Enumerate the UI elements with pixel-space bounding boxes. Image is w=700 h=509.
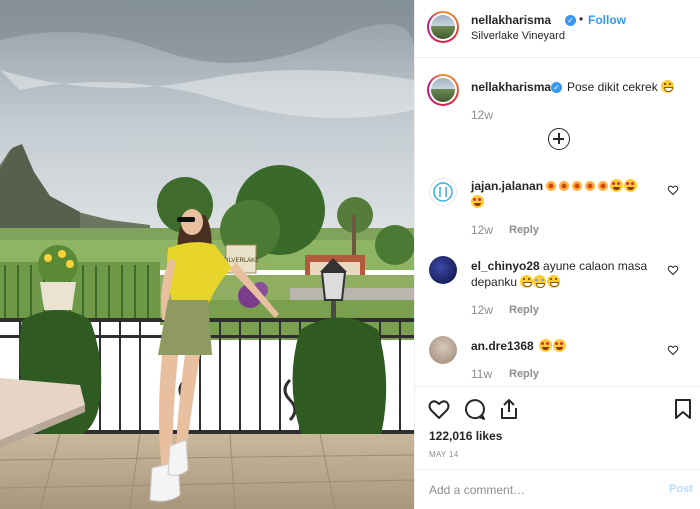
comment-timestamp[interactable]: 12w <box>471 223 493 237</box>
post-photo[interactable]: SILVERLAKE <box>0 0 414 509</box>
likes-count[interactable]: 122,016 likes <box>429 429 502 443</box>
like-comment-heart-icon[interactable] <box>667 344 679 356</box>
comment-emoji-text-line2 <box>471 194 661 210</box>
caption-avatar[interactable] <box>427 74 459 106</box>
heart-eyes-emoji-icon <box>553 339 566 352</box>
avatar-ring-inner <box>429 13 457 41</box>
post-header: nellakharisma ✓ • Follow Silverlake Vine… <box>415 0 700 58</box>
instagram-post: SILVERLAKE nellakharisma ✓ • Follow Silv… <box>0 0 700 509</box>
flower-emoji-icon <box>571 180 583 192</box>
avatar-image <box>431 15 455 39</box>
flower-emoji-icon <box>558 180 570 192</box>
reply-button[interactable]: Reply <box>509 224 539 236</box>
comment-avatar[interactable] <box>429 336 457 364</box>
comment-timestamp[interactable]: 11w <box>471 367 492 381</box>
heart-eyes-emoji-icon <box>610 179 623 192</box>
comment-input[interactable] <box>429 482 649 498</box>
grin-emoji-icon <box>661 80 675 93</box>
verified-badge-icon: ✓ <box>551 82 562 93</box>
reply-button[interactable]: Reply <box>509 304 539 316</box>
grin-emoji-icon <box>547 275 561 288</box>
add-comment-bar: Post <box>415 469 700 509</box>
comment-username[interactable]: el_chinyo28 <box>471 259 540 273</box>
reply-button[interactable]: Reply <box>509 368 539 380</box>
like-heart-icon[interactable] <box>427 397 451 421</box>
caption-timestamp[interactable]: 12w <box>471 108 493 122</box>
comment-username[interactable]: jajan.jalanan <box>471 179 543 193</box>
load-more-comments-button[interactable] <box>548 128 570 150</box>
header-separator: • <box>579 12 584 26</box>
share-icon[interactable] <box>497 397 521 421</box>
heart-eyes-emoji-icon <box>624 179 637 192</box>
caption-text: Pose dikit cekrek <box>567 80 675 94</box>
comment-avatar[interactable] <box>429 256 457 284</box>
follow-button[interactable]: Follow <box>588 13 626 27</box>
comment-avatar[interactable] <box>429 178 457 206</box>
caption-text-body: Pose dikit cekrek <box>567 80 658 94</box>
bookmark-icon[interactable] <box>671 397 695 421</box>
location-link[interactable]: Silverlake Vineyard <box>471 30 565 42</box>
flower-emoji-icon <box>545 180 557 192</box>
tears-of-joy-emoji-icon <box>533 275 547 288</box>
like-comment-heart-icon[interactable] <box>667 264 679 276</box>
flower-emoji-icon <box>584 180 596 192</box>
avatar-ring-inner <box>429 76 457 104</box>
comment-emoji-text <box>539 338 599 354</box>
fork-spoon-icon <box>433 182 453 202</box>
avatar-image <box>431 78 455 102</box>
profile-avatar[interactable] <box>427 11 459 43</box>
caption-username[interactable]: nellakharisma <box>471 80 551 94</box>
like-comment-heart-icon[interactable] <box>667 184 679 196</box>
heart-eyes-emoji-icon <box>539 339 552 352</box>
comment-bubble-icon[interactable] <box>463 397 487 421</box>
post-photo-image: SILVERLAKE <box>0 0 414 509</box>
comment-username[interactable]: an.dre1368 <box>471 339 534 353</box>
flower-emoji-icon <box>597 180 609 192</box>
post-side-panel: nellakharisma ✓ • Follow Silverlake Vine… <box>414 0 700 509</box>
heart-eyes-emoji-icon <box>471 195 484 208</box>
comment-body: el_chinyo28 ayune calaon masa depanku <box>471 258 661 290</box>
comment-emoji-text <box>545 178 665 194</box>
post-comment-button[interactable]: Post <box>669 483 693 495</box>
verified-badge-icon: ✓ <box>565 15 576 26</box>
post-actions: 122,016 likes MAY 14 Post <box>415 386 700 509</box>
header-username[interactable]: nellakharisma <box>471 13 551 27</box>
grin-emoji-icon <box>520 275 534 288</box>
post-date: MAY 14 <box>429 450 459 459</box>
comment-timestamp[interactable]: 12w <box>471 303 493 317</box>
